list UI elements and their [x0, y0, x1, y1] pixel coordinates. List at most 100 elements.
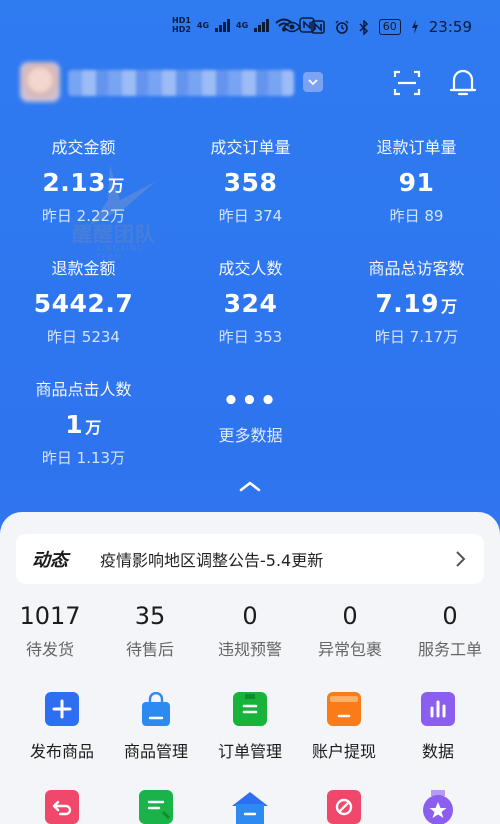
hd2-label: HD2	[172, 25, 191, 34]
alarm-icon	[335, 20, 349, 34]
forbidden-icon	[327, 790, 361, 824]
clock: 23:59	[428, 18, 472, 36]
stat-label: 成交金额	[51, 138, 116, 157]
stat-refund-orders[interactable]: 退款订单量 91 昨日 89	[333, 134, 500, 226]
stat-label: 退款订单量	[376, 138, 457, 157]
stat-number: 2.13	[42, 168, 107, 197]
notice-text: 疫情影响地区调整公告-5.4更新	[100, 551, 324, 570]
shop-name-blurred[interactable]	[68, 70, 294, 96]
counter-pending-aftersale[interactable]: 35 待售后	[100, 602, 200, 660]
stat-previous: 昨日 2.22万	[41, 207, 126, 225]
stat-unit: 万	[85, 418, 102, 437]
stat-product-visitors[interactable]: 商品总访客数 7.19 万 昨日 7.17万	[333, 255, 500, 347]
collapse-chevron-icon[interactable]	[236, 478, 264, 496]
stat-number: 324	[223, 289, 278, 318]
counter-pending-shipment[interactable]: 1017 待发货	[0, 602, 100, 660]
stat-previous: 昨日 5234	[47, 328, 120, 346]
tool-shop-home[interactable]	[200, 790, 300, 824]
stat-number: 91	[398, 168, 435, 197]
counter-number: 0	[242, 602, 258, 630]
shop-avatar[interactable]	[20, 62, 60, 102]
bluetooth-icon	[359, 19, 368, 35]
counter-abnormal-package[interactable]: 0 异常包裹	[300, 602, 400, 660]
tool-return[interactable]	[12, 790, 112, 824]
shop-switch-button[interactable]	[303, 72, 323, 92]
battery-indicator: 60	[378, 19, 401, 35]
stat-label: 退款金额	[51, 259, 116, 278]
counter-label: 服务工单	[417, 640, 482, 659]
counter-number: 0	[442, 602, 458, 630]
stat-buyers[interactable]: 成交人数 324 昨日 353	[167, 255, 334, 347]
star-badge-icon	[421, 790, 455, 824]
status-bar: HD1 HD2 4G 4G 60 23:59	[0, 0, 500, 52]
stat-value: 91	[333, 168, 500, 197]
stat-previous: 昨日 7.17万	[374, 328, 459, 346]
stat-previous: 昨日 374	[218, 207, 283, 225]
counter-number: 35	[134, 602, 166, 630]
notice-bar[interactable]: 动态 疫情影响地区调整公告-5.4更新	[16, 534, 484, 584]
stat-unit: 万	[441, 297, 458, 316]
edit-doc-icon	[139, 790, 173, 824]
stat-label: 成交人数	[218, 259, 283, 278]
counter-violation-warning[interactable]: 0 违规预警	[200, 602, 300, 660]
tool-data[interactable]: 数据	[388, 692, 488, 762]
stat-orders[interactable]: 成交订单量 358 昨日 374	[167, 134, 334, 226]
network-type-1: 4G	[196, 20, 210, 30]
home-icon	[232, 790, 268, 824]
signal-icon-2	[254, 18, 270, 32]
chevron-right-icon	[456, 551, 466, 567]
stat-value: 5442.7	[0, 289, 167, 318]
signal-icon	[215, 18, 231, 32]
notification-button[interactable]	[448, 66, 478, 98]
tool-publish-product[interactable]: 发布商品	[12, 692, 112, 762]
stat-number: 7.19	[375, 289, 440, 318]
order-counters: 1017 待发货 35 待售后 0 违规预警 0 异常包裹 0 服务工单	[0, 602, 500, 672]
stat-label: 成交订单量	[210, 138, 291, 157]
tool-order-management[interactable]: 订单管理	[200, 692, 300, 762]
chevron-down-icon	[308, 79, 318, 86]
counter-number: 0	[342, 602, 358, 630]
stat-label: 商品点击人数	[35, 380, 132, 399]
tool-label: 账户提现	[311, 742, 376, 761]
tool-product-management[interactable]: 商品管理	[106, 691, 206, 762]
stat-unit: 万	[108, 176, 125, 195]
stat-product-clicks[interactable]: 商品点击人数 1万 昨日 1.13万	[0, 376, 167, 468]
counter-label: 违规预警	[217, 640, 282, 659]
more-dots-icon: •••	[222, 386, 279, 416]
tool-star-badge[interactable]	[388, 790, 488, 824]
more-data-button[interactable]: ••• 更多数据	[167, 384, 334, 446]
stat-value: 324	[167, 289, 334, 318]
stat-value: 7.19 万	[333, 289, 500, 318]
return-icon	[45, 790, 79, 824]
counter-label: 待发货	[25, 640, 74, 659]
tool-account-withdraw[interactable]: 账户提现	[294, 692, 394, 762]
stat-label: 商品总访客数	[368, 259, 465, 278]
scan-icon	[393, 70, 421, 96]
stat-number: 1	[65, 410, 84, 439]
stat-previous: 昨日 89	[389, 207, 444, 225]
eye-icon	[282, 21, 301, 33]
clipboard-icon	[233, 692, 267, 726]
stat-refund-amount[interactable]: 退款金额 5442.7 昨日 5234	[0, 255, 167, 347]
charging-icon	[411, 20, 418, 34]
stat-value: 2.13 万	[0, 168, 167, 197]
plus-icon	[45, 692, 79, 726]
bottom-sheet: 动态 疫情影响地区调整公告-5.4更新 1017 待发货 35 待售后 0 违规…	[0, 512, 500, 824]
stat-gmv[interactable]: 成交金额 2.13 万 昨日 2.22万	[0, 134, 167, 226]
stat-previous: 昨日 353	[218, 328, 283, 346]
counter-service-tickets[interactable]: 0 服务工单	[400, 602, 500, 660]
more-data-label: 更多数据	[218, 426, 283, 445]
stat-number: 5442.7	[33, 289, 134, 318]
stat-value: 358	[167, 168, 334, 197]
tool-label: 数据	[421, 742, 454, 761]
scan-button[interactable]	[392, 68, 422, 98]
tool-edit-document[interactable]	[106, 790, 206, 824]
stat-value: 1万	[0, 410, 167, 439]
bag-icon	[139, 691, 173, 726]
network-type-2: 4G	[236, 20, 249, 30]
header	[20, 62, 480, 106]
tool-forbidden[interactable]	[294, 790, 394, 824]
hd1-label: HD1	[172, 16, 191, 25]
hd-indicator: HD1 HD2	[172, 16, 191, 34]
counter-label: 待售后	[125, 640, 174, 659]
